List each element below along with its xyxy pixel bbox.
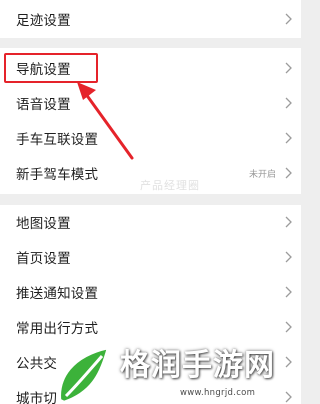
settings-item-label: 手车互联设置 xyxy=(16,132,99,148)
settings-screen: 足迹设置 导航设置 语音设置 手车互联设置 新手驾车模式 未开启 地图设置 首页… xyxy=(0,0,301,404)
settings-item-home[interactable]: 首页设置 xyxy=(0,240,301,274)
settings-item-public-transit[interactable]: 公共交 xyxy=(0,345,301,379)
settings-item-label: 地图设置 xyxy=(16,216,71,232)
settings-group-footprint: 足迹设置 xyxy=(0,0,301,38)
chevron-right-icon xyxy=(284,12,293,26)
settings-group-map: 地图设置 首页设置 推送通知设置 常用出行方式 公共交 城市切 xyxy=(0,205,301,404)
settings-item-label: 推送通知设置 xyxy=(16,286,99,302)
settings-item-city-switch[interactable]: 城市切 xyxy=(0,380,301,404)
settings-item-footprint[interactable]: 足迹设置 xyxy=(0,2,301,36)
chevron-right-icon xyxy=(284,320,293,334)
chevron-right-icon xyxy=(284,215,293,229)
settings-item-label: 新手驾车模式 xyxy=(16,167,99,183)
chevron-right-icon xyxy=(284,390,293,404)
novice-mode-status: 未开启 xyxy=(248,169,276,180)
settings-item-map[interactable]: 地图设置 xyxy=(0,205,301,239)
settings-item-travel-mode[interactable]: 常用出行方式 xyxy=(0,310,301,344)
settings-item-label: 语音设置 xyxy=(16,97,71,113)
settings-group-navigation: 导航设置 语音设置 手车互联设置 新手驾车模式 未开启 xyxy=(0,48,301,194)
settings-item-car-connect[interactable]: 手车互联设置 xyxy=(0,121,301,155)
settings-item-novice-mode[interactable]: 新手驾车模式 未开启 xyxy=(0,156,301,190)
settings-item-voice[interactable]: 语音设置 xyxy=(0,86,301,120)
settings-item-label: 城市切 xyxy=(16,391,58,404)
settings-item-label: 常用出行方式 xyxy=(16,321,99,337)
settings-item-push[interactable]: 推送通知设置 xyxy=(0,275,301,309)
chevron-right-icon xyxy=(284,250,293,264)
settings-item-label: 足迹设置 xyxy=(16,13,71,29)
chevron-right-icon xyxy=(284,355,293,369)
chevron-right-icon xyxy=(284,131,293,145)
settings-item-navigation[interactable]: 导航设置 xyxy=(0,51,301,85)
chevron-right-icon xyxy=(284,166,293,180)
chevron-right-icon xyxy=(284,285,293,299)
settings-item-label: 首页设置 xyxy=(16,251,71,267)
settings-item-label: 导航设置 xyxy=(16,62,71,78)
chevron-right-icon xyxy=(284,61,293,75)
chevron-right-icon xyxy=(284,96,293,110)
settings-item-label: 公共交 xyxy=(16,356,58,372)
